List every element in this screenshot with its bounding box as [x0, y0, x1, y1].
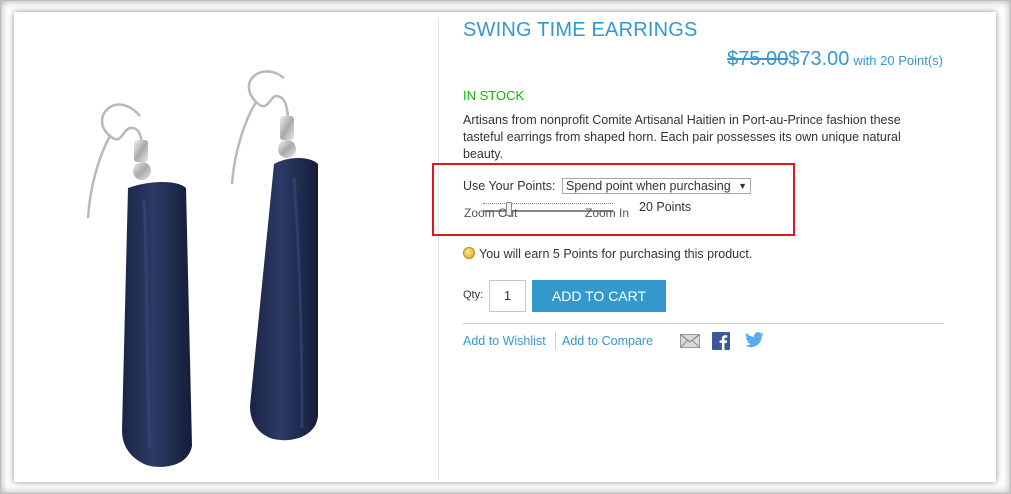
coin-icon: [463, 247, 475, 259]
slider-handle[interactable]: [506, 202, 512, 216]
zoom-in-label[interactable]: Zoom In: [585, 206, 629, 220]
facebook-icon[interactable]: [712, 332, 730, 350]
product-description: Artisans from nonprofit Comite Artisanal…: [463, 113, 901, 161]
add-to-wishlist-link[interactable]: Add to Wishlist: [463, 334, 546, 348]
qty-input[interactable]: 1: [489, 280, 526, 312]
earn-points-text: You will earn 5 Points for purchasing th…: [479, 247, 753, 261]
earring-image: [86, 70, 318, 467]
price-row: $75.00$73.00 with 20 Point(s): [0, 48, 943, 71]
new-price: $73.00: [788, 48, 850, 70]
points-select-value: Spend point when purchasing: [566, 179, 731, 193]
slider-points-value: 20 Points: [639, 200, 692, 214]
qty-label: Qty:: [463, 289, 484, 301]
add-to-compare-link[interactable]: Add to Compare: [562, 334, 653, 348]
use-points-label: Use Your Points:: [463, 179, 556, 193]
dropdown-arrow-icon: ▼: [738, 181, 747, 191]
product-title: SWING TIME EARRINGS: [463, 19, 698, 41]
stock-status: IN STOCK: [463, 88, 525, 103]
link-separator: [555, 332, 556, 350]
earn-points-note: You will earn 5 Points for purchasing th…: [463, 247, 752, 261]
mail-icon[interactable]: [680, 334, 700, 348]
points-slider[interactable]: Zoom Out Zoom In: [463, 198, 638, 222]
old-price: $75.00: [727, 48, 789, 70]
product-image-panel[interactable]: [18, 18, 439, 480]
divider: [463, 323, 944, 324]
add-to-cart-button[interactable]: ADD TO CART: [532, 280, 666, 312]
points-note: with 20 Point(s): [853, 53, 943, 68]
twitter-icon[interactable]: [745, 332, 764, 348]
points-select[interactable]: Spend point when purchasing ▼: [562, 178, 751, 194]
